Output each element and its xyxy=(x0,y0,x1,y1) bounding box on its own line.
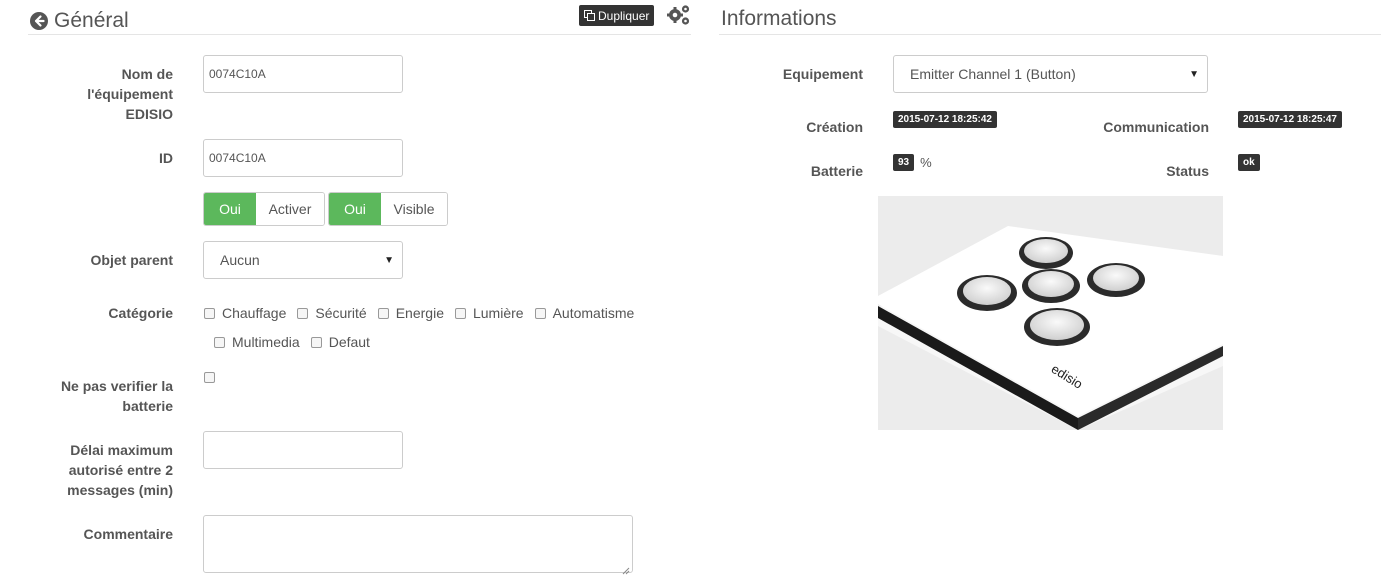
equipment-select[interactable]: Emitter Channel 1 (Button) ▼ xyxy=(893,55,1208,93)
max-delay-input[interactable] xyxy=(203,431,403,469)
max-delay-label: Délai maximum autorisé entre 2 messages … xyxy=(67,442,173,498)
chevron-down-icon: ▼ xyxy=(1189,68,1199,80)
informations-title: Informations xyxy=(721,7,837,30)
category-checkboxes-row1: Chauffage Sécurité Energie Lumière Autom… xyxy=(204,303,645,323)
category-automatisme-label: Automatisme xyxy=(552,305,635,321)
category-securite-label: Sécurité xyxy=(315,305,367,321)
duplicate-button[interactable]: Dupliquer xyxy=(579,5,655,26)
checkbox[interactable] xyxy=(204,307,215,319)
general-title: Général xyxy=(54,9,129,32)
creation-label: Création xyxy=(806,119,863,135)
name-label: Nom de l'équipement EDISIO xyxy=(87,66,173,122)
name-input[interactable]: 0074C10A xyxy=(203,55,403,93)
category-energie-label: Energie xyxy=(395,305,444,321)
checkbox[interactable] xyxy=(377,307,389,319)
parent-select-value: Aucun xyxy=(220,252,260,268)
communication-label: Communication xyxy=(1103,119,1209,135)
back-arrow-icon[interactable] xyxy=(30,12,48,30)
category-multimedia[interactable]: Multimedia xyxy=(214,334,300,350)
communication-badge: 2015-07-12 18:25:47 xyxy=(1238,111,1342,128)
informations-divider xyxy=(719,34,1381,35)
category-multimedia-label: Multimedia xyxy=(232,334,300,350)
checkbox[interactable] xyxy=(297,307,309,319)
id-input-value: 0074C10A xyxy=(209,151,266,165)
parent-select[interactable]: Aucun ▼ xyxy=(203,241,403,279)
battery-label: Batterie xyxy=(810,163,863,179)
category-checkboxes-row2: Multimedia Defaut xyxy=(214,332,381,352)
battery-check-checkbox[interactable] xyxy=(204,372,215,383)
category-energie[interactable]: Energie xyxy=(377,305,444,321)
general-header: Général xyxy=(30,9,129,33)
equipment-label: Equipement xyxy=(782,66,863,82)
category-defaut-label: Defaut xyxy=(328,334,370,350)
duplicate-label: Dupliquer xyxy=(598,8,650,23)
battery-unit: % xyxy=(920,155,932,170)
device-image: edisio xyxy=(878,196,1223,430)
checkbox[interactable] xyxy=(534,307,546,319)
category-chauffage[interactable]: Chauffage xyxy=(204,305,286,321)
id-input[interactable]: 0074C10A xyxy=(203,139,403,177)
resize-handle-icon[interactable] xyxy=(622,562,630,575)
visible-toggle-label[interactable]: Visible xyxy=(381,193,447,225)
category-chauffage-label: Chauffage xyxy=(222,305,287,321)
enable-toggle-label[interactable]: Activer xyxy=(256,193,324,225)
category-label: Catégorie xyxy=(108,305,173,321)
visible-toggle-on[interactable]: Oui xyxy=(329,193,381,225)
category-lumiere-label: Lumière xyxy=(472,305,524,321)
checkbox[interactable] xyxy=(310,336,322,348)
copy-icon xyxy=(584,10,595,21)
category-securite[interactable]: Sécurité xyxy=(297,305,367,321)
id-label: ID xyxy=(159,150,173,166)
status-badge: ok xyxy=(1238,154,1260,171)
chevron-down-icon: ▼ xyxy=(384,254,394,266)
category-defaut[interactable]: Defaut xyxy=(310,334,370,350)
parent-label: Objet parent xyxy=(90,252,173,268)
checkbox[interactable] xyxy=(454,307,466,319)
battery-badge: 93 xyxy=(893,154,915,171)
enable-toggle-on[interactable]: Oui xyxy=(204,193,256,225)
equipment-select-value: Emitter Channel 1 (Button) xyxy=(910,66,1076,82)
visible-toggle[interactable]: Oui Visible xyxy=(328,192,448,226)
battery-check-label: Ne pas verifier la batterie xyxy=(60,378,173,414)
comment-textarea[interactable] xyxy=(203,515,633,575)
comment-label: Commentaire xyxy=(83,526,173,542)
name-input-value: 0074C10A xyxy=(209,67,266,81)
general-divider xyxy=(28,34,691,35)
checkbox[interactable] xyxy=(214,336,225,348)
status-label: Status xyxy=(1166,163,1209,179)
category-lumiere[interactable]: Lumière xyxy=(454,305,524,321)
creation-badge: 2015-07-12 18:25:42 xyxy=(893,111,997,128)
category-automatisme[interactable]: Automatisme xyxy=(534,305,635,321)
enable-toggle[interactable]: Oui Activer xyxy=(203,192,325,226)
battery-value-group: 93 % xyxy=(893,154,932,171)
edisio-switch-illustration: edisio xyxy=(878,226,1223,430)
gears-icon[interactable] xyxy=(667,4,691,26)
